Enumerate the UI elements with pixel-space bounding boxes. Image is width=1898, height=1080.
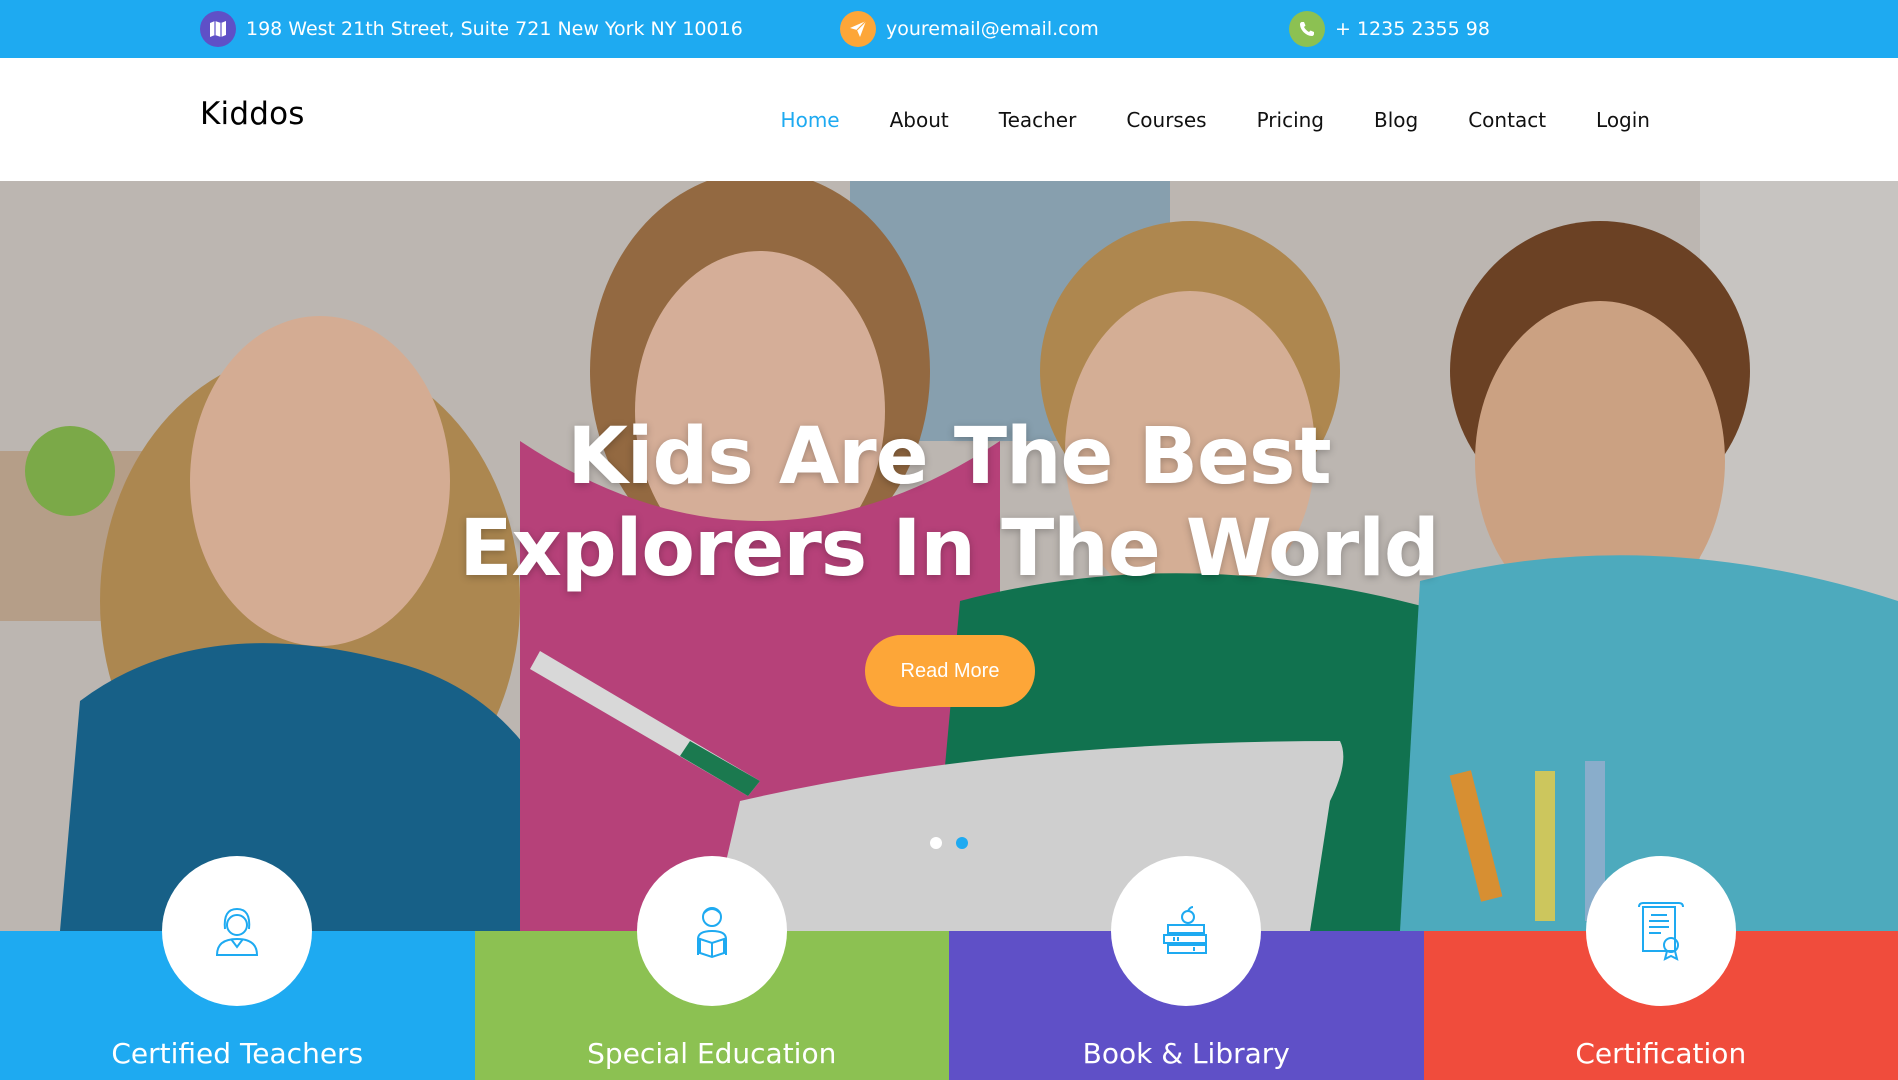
navbar: Kiddos Home About Teacher Courses Pricin… [0, 58, 1898, 181]
contact-address: 198 West 21th Street, Suite 721 New York… [200, 0, 743, 58]
slider-dots [930, 837, 968, 849]
nav-item-blog[interactable]: Blog [1349, 108, 1443, 132]
nav-item-teacher[interactable]: Teacher [974, 108, 1102, 132]
nav-item-pricing[interactable]: Pricing [1232, 108, 1349, 132]
feature-label: Special Education [587, 1037, 837, 1070]
hero-title-line-2: Explorers In The World [459, 504, 1440, 594]
read-more-button[interactable]: Read More [865, 635, 1035, 707]
certificate-icon [1638, 902, 1684, 961]
nav-item-home[interactable]: Home [756, 108, 865, 132]
contact-email-text[interactable]: youremail@email.com [886, 18, 1099, 40]
feature-label: Book & Library [1082, 1037, 1290, 1070]
slider-dot-2[interactable] [956, 837, 968, 849]
hero-title-line-1: Kids Are The Best [567, 412, 1331, 502]
teacher-icon-circle [162, 856, 312, 1006]
feature-label: Certification [1575, 1037, 1747, 1070]
contact-bar: 198 West 21th Street, Suite 721 New York… [0, 0, 1898, 58]
nav-item-about[interactable]: About [865, 108, 974, 132]
phone-icon [1289, 11, 1325, 47]
books-apple-icon [1163, 906, 1207, 954]
student-reading-icon [697, 907, 727, 959]
paper-plane-icon [840, 11, 876, 47]
slider-dot-1[interactable] [930, 837, 942, 849]
feature-label: Certified Teachers [111, 1037, 364, 1070]
nav-item-courses[interactable]: Courses [1101, 108, 1231, 132]
nav-item-login[interactable]: Login [1571, 108, 1675, 132]
nav-item-contact[interactable]: Contact [1443, 108, 1571, 132]
contact-address-text: 198 West 21th Street, Suite 721 New York… [246, 18, 743, 40]
books-apple-icon-circle [1111, 856, 1261, 1006]
hero-title: Kids Are The Best Explorers In The World [0, 411, 1898, 595]
contact-phone-text[interactable]: + 1235 2355 98 [1335, 18, 1490, 40]
certificate-icon-circle [1586, 856, 1736, 1006]
contact-phone[interactable]: + 1235 2355 98 [1289, 0, 1490, 58]
map-icon [200, 11, 236, 47]
hero-slider: Kids Are The Best Explorers In The World… [0, 181, 1898, 931]
contact-email[interactable]: youremail@email.com [840, 0, 1099, 58]
teacher-icon [215, 907, 259, 956]
student-reading-icon-circle [637, 856, 787, 1006]
brand-logo[interactable]: Kiddos [200, 96, 305, 132]
main-menu: Home About Teacher Courses Pricing Blog … [756, 58, 1675, 181]
